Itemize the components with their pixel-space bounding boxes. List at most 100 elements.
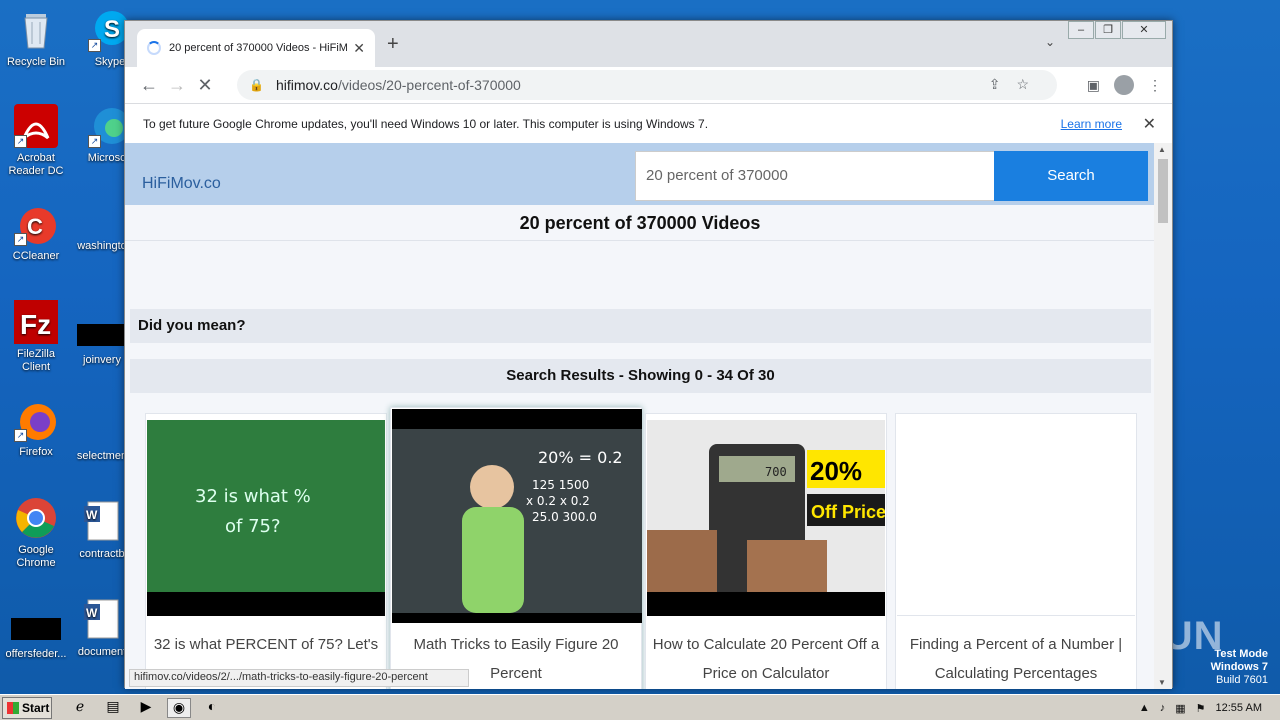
thumbnail-text: 700 [765, 465, 787, 479]
update-infobar: To get future Google Chrome updates, you… [125, 103, 1172, 145]
start-button[interactable]: Start [2, 696, 52, 719]
scroll-down-icon[interactable]: ▼ [1158, 678, 1166, 687]
desktop-icon-ccleaner[interactable]: C ↗ CCleaner [4, 202, 68, 263]
watermark-line: Build 7601 [1216, 674, 1268, 686]
desktop-icon-chrome[interactable]: Google Chrome [4, 496, 68, 570]
close-window-button[interactable]: ✕ [1122, 21, 1166, 39]
back-icon[interactable]: ← [135, 75, 163, 96]
thumbnail-text: of 75? [225, 516, 281, 537]
page-scrollbar[interactable]: ▲ ▼ [1154, 143, 1172, 689]
media-player-icon[interactable]: ▶ [134, 698, 158, 718]
video-caption[interactable]: Finding a Percent of a Number | Calculat… [900, 630, 1132, 688]
video-card[interactable]: 20% Off Price 700 How to Calculate 20 Pe… [645, 413, 887, 689]
url-host: hifimov.co [275, 77, 338, 93]
search-button[interactable]: Search [994, 151, 1148, 201]
test-mode-watermark: Test Mode Windows 7 Build 7601 [1211, 648, 1268, 687]
firefox-icon: ↗ [14, 398, 58, 442]
search-input[interactable]: 20 percent of 370000 [635, 151, 995, 201]
svg-text:W: W [86, 606, 98, 620]
link-status-bar: hifimov.co/videos/2/.../math-tricks-to-e… [129, 669, 469, 687]
tray-expand-icon[interactable]: ▲ [1139, 702, 1150, 714]
restore-button[interactable]: ❐ [1095, 21, 1121, 39]
chrome-icon [14, 496, 58, 540]
network-icon[interactable]: ▦ [1175, 702, 1185, 715]
tab-strip: 20 percent of 370000 Videos - HiFiM ✕ + … [125, 21, 1172, 67]
video-card[interactable]: 32 is what % of 75? 32 is what PERCENT o… [145, 413, 387, 689]
video-thumbnail[interactable]: 20% = 0.2 125 1500 x 0.2 x 0.2 25.0 300.… [392, 409, 642, 623]
ccleaner-icon: C ↗ [14, 202, 58, 246]
svg-text:Fz: Fz [20, 309, 51, 340]
desktop-icon-label: washingto [77, 240, 127, 252]
scroll-up-icon[interactable]: ▲ [1158, 145, 1166, 154]
address-bar[interactable]: 🔒 hifimov.co /videos/20-percent-of-37000… [237, 70, 1057, 100]
thumbnail-text: 32 is what % [195, 486, 311, 507]
loading-spinner-icon [147, 41, 161, 55]
video-caption[interactable]: How to Calculate 20 Percent Off a Price … [650, 630, 882, 688]
desktop-icon-label: offersfeder... [5, 648, 67, 660]
start-label: Start [22, 700, 50, 715]
desktop-icon-label: selectmen [76, 450, 128, 462]
site-header: HiFiMov.co 20 percent of 370000 Search [125, 143, 1155, 205]
infobar-close-icon[interactable]: ✕ [1143, 114, 1156, 134]
watermark-line: Windows 7 [1210, 661, 1268, 673]
word-icon: W [80, 598, 124, 642]
chrome-window: 20 percent of 370000 Videos - HiFiM ✕ + … [124, 20, 1173, 689]
desktop-icon-label: Skype [94, 56, 126, 68]
video-card[interactable]: 20% = 0.2 125 1500 x 0.2 x 0.2 25.0 300.… [390, 407, 642, 689]
stop-loading-icon[interactable]: ✕ [191, 75, 219, 96]
desktop-icon-label: Acrobat Reader DC [8, 152, 64, 177]
action-center-flag-icon[interactable]: ⚑ [1196, 702, 1206, 715]
tab-title: 20 percent of 370000 Videos - HiFiM [169, 42, 348, 54]
thumbnail-text: 125 1500 [532, 478, 589, 492]
window-controls: – ❐ ✕ [1067, 21, 1166, 39]
video-thumbnail[interactable]: 32 is what % of 75? [147, 420, 385, 616]
results-count-bar: Search Results - Showing 0 - 34 Of 30 [130, 359, 1151, 393]
did-you-mean-bar: Did you mean? [130, 309, 1151, 343]
filezilla-icon: Fz [14, 300, 58, 344]
desktop-icon-acrobat[interactable]: ↗ Acrobat Reader DC [4, 104, 68, 178]
desktop-icon-label: document [77, 646, 127, 658]
recycle-bin-icon [14, 8, 58, 52]
watermark-line: Test Mode [1214, 648, 1268, 660]
scrollbar-thumb[interactable] [1158, 159, 1168, 223]
svg-text:C: C [27, 214, 43, 239]
desktop-icon-label: Recycle Bin [6, 56, 66, 68]
minimize-button[interactable]: – [1068, 21, 1094, 39]
page-title: 20 percent of 370000 Videos [125, 205, 1155, 241]
explorer-folder-icon[interactable]: ▤ [101, 698, 125, 718]
desktop-icon-offersfeder[interactable]: offersfeder... [4, 606, 68, 661]
desktop-icon-firefox[interactable]: ↗ Firefox [4, 398, 68, 459]
file-icon [11, 618, 61, 640]
volume-icon[interactable]: ♪ [1160, 702, 1166, 714]
browser-toolbar: ← → ✕ 🔒 hifimov.co /videos/20-percent-of… [125, 67, 1172, 103]
word-icon: W [80, 500, 124, 544]
side-panel-icon[interactable]: ▣ [1087, 77, 1100, 94]
desktop-icon-filezilla[interactable]: Fz FileZilla Client [4, 300, 68, 374]
site-logo[interactable]: HiFiMov.co [142, 175, 221, 193]
video-thumbnail[interactable] [897, 420, 1135, 616]
share-and-bookmark-icons[interactable]: ⇪☆ [989, 76, 1045, 93]
menu-kebab-icon[interactable]: ⋮ [1148, 77, 1162, 94]
video-caption[interactable]: 32 is what PERCENT of 75? Let's [150, 630, 382, 659]
desktop-icon-label: contractb [79, 548, 125, 560]
browser-tab[interactable]: 20 percent of 370000 Videos - HiFiM ✕ [137, 29, 375, 67]
video-card[interactable]: Finding a Percent of a Number | Calculat… [895, 413, 1137, 689]
video-thumbnail[interactable]: 20% Off Price 700 [647, 420, 885, 616]
thumbnail-text: Off Price [811, 502, 885, 522]
thumbnail-text: 20% [810, 456, 862, 486]
ie-icon[interactable]: ℯ [68, 698, 92, 718]
desktop-icon-label: CCleaner [12, 250, 60, 262]
new-tab-button[interactable]: + [387, 33, 399, 56]
clock[interactable]: 12:55 AM [1216, 702, 1262, 714]
svg-text:S: S [104, 16, 120, 43]
desktop-icon-recycle-bin[interactable]: Recycle Bin [4, 8, 68, 69]
chrome-taskbar-icon[interactable]: ◉ [167, 697, 191, 718]
tab-close-icon[interactable]: ✕ [353, 40, 365, 57]
edge-taskbar-icon[interactable]: ◐ [200, 698, 224, 718]
tab-search-chevron-icon[interactable]: ⌄ [1045, 35, 1055, 49]
learn-more-link[interactable]: Learn more [1061, 117, 1122, 131]
profile-avatar-icon[interactable] [1114, 75, 1134, 95]
lock-icon[interactable]: 🔒 [249, 78, 264, 92]
forward-icon[interactable]: → [163, 75, 191, 96]
thumbnail-text: x 0.2 x 0.2 [526, 494, 590, 508]
